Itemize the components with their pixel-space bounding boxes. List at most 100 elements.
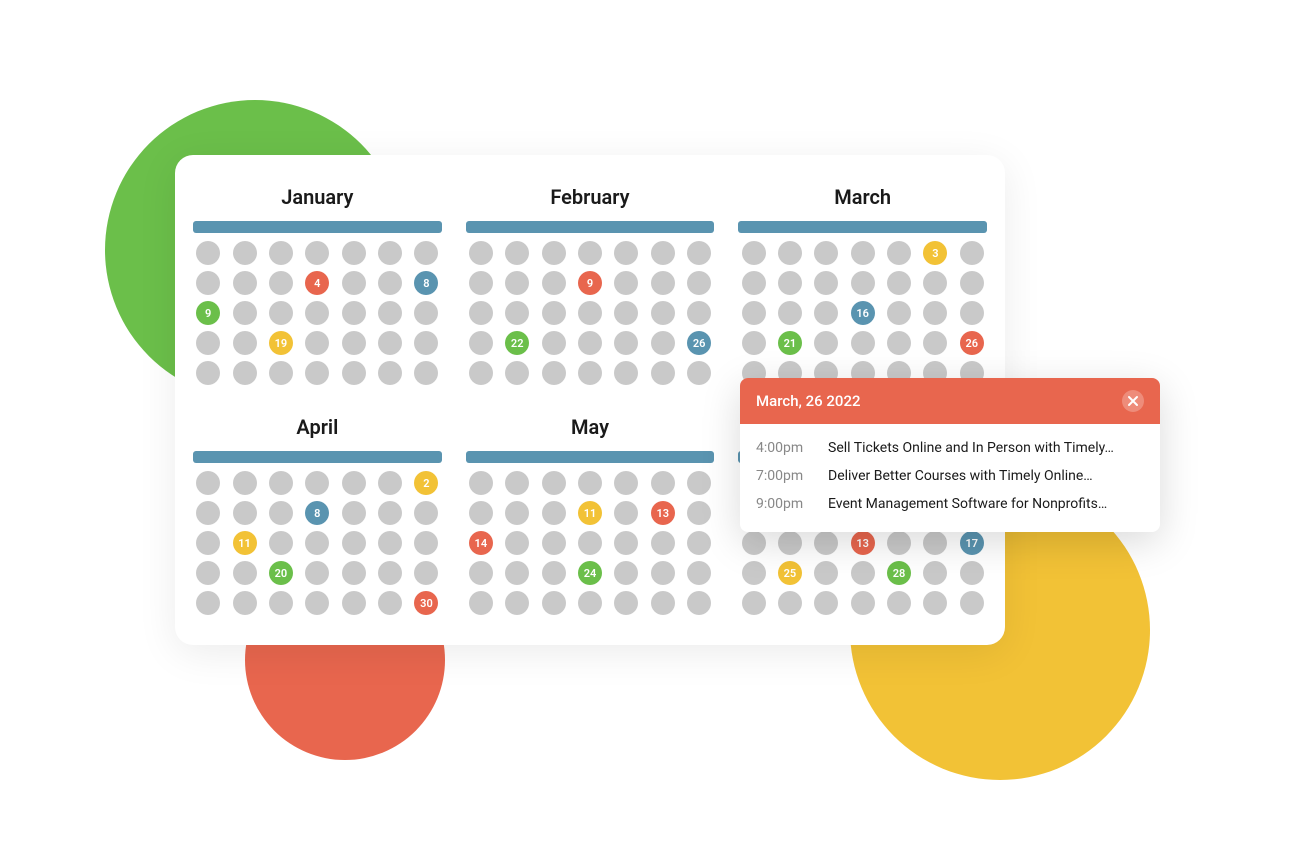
day-cell[interactable] [505,361,529,385]
day-cell[interactable] [651,471,675,495]
day-cell[interactable] [687,471,711,495]
day-cell[interactable] [233,361,257,385]
day-cell[interactable] [233,501,257,525]
day-cell[interactable] [233,301,257,325]
day-cell[interactable] [414,561,438,585]
day-cell[interactable] [578,591,602,615]
day-event[interactable]: 28 [887,561,911,585]
day-cell[interactable] [233,471,257,495]
day-cell[interactable] [578,241,602,265]
day-cell[interactable] [378,361,402,385]
day-cell[interactable] [469,471,493,495]
day-cell[interactable] [233,241,257,265]
day-event[interactable]: 14 [469,531,493,555]
day-cell[interactable] [651,241,675,265]
day-cell[interactable] [923,331,947,355]
day-event[interactable]: 8 [305,501,329,525]
day-cell[interactable] [196,241,220,265]
day-cell[interactable] [305,301,329,325]
day-cell[interactable] [742,331,766,355]
day-cell[interactable] [269,271,293,295]
day-cell[interactable] [269,591,293,615]
day-cell[interactable] [542,241,566,265]
day-event[interactable]: 25 [778,561,802,585]
day-cell[interactable] [778,241,802,265]
day-cell[interactable] [542,561,566,585]
day-cell[interactable] [687,591,711,615]
day-event[interactable]: 13 [651,501,675,525]
day-cell[interactable] [651,361,675,385]
day-cell[interactable] [614,331,638,355]
day-cell[interactable] [196,531,220,555]
day-cell[interactable] [923,271,947,295]
day-cell[interactable] [887,591,911,615]
day-cell[interactable] [778,301,802,325]
day-cell[interactable] [378,331,402,355]
day-cell[interactable] [469,301,493,325]
day-cell[interactable] [814,531,838,555]
event-row[interactable]: 7:00pmDeliver Better Courses with Timely… [756,462,1144,490]
day-cell[interactable] [851,331,875,355]
day-cell[interactable] [923,301,947,325]
day-cell[interactable] [196,591,220,615]
day-cell[interactable] [651,271,675,295]
day-cell[interactable] [342,591,366,615]
day-cell[interactable] [196,501,220,525]
day-cell[interactable] [851,591,875,615]
day-event[interactable]: 19 [269,331,293,355]
day-cell[interactable] [233,561,257,585]
day-cell[interactable] [960,561,984,585]
day-cell[interactable] [742,591,766,615]
day-cell[interactable] [505,301,529,325]
day-cell[interactable] [269,471,293,495]
day-cell[interactable] [305,591,329,615]
day-cell[interactable] [196,561,220,585]
day-cell[interactable] [742,531,766,555]
day-event[interactable]: 2 [414,471,438,495]
day-cell[interactable] [342,301,366,325]
day-cell[interactable] [578,301,602,325]
day-cell[interactable] [687,561,711,585]
day-cell[interactable] [233,331,257,355]
event-row[interactable]: 9:00pmEvent Management Software for Nonp… [756,490,1144,518]
day-cell[interactable] [614,361,638,385]
day-cell[interactable] [542,331,566,355]
day-cell[interactable] [469,361,493,385]
day-cell[interactable] [887,271,911,295]
day-cell[interactable] [414,301,438,325]
day-cell[interactable] [505,501,529,525]
day-cell[interactable] [542,591,566,615]
day-cell[interactable] [651,591,675,615]
day-cell[interactable] [505,241,529,265]
day-cell[interactable] [687,241,711,265]
day-cell[interactable] [469,241,493,265]
day-cell[interactable] [269,241,293,265]
day-cell[interactable] [305,561,329,585]
day-cell[interactable] [542,501,566,525]
day-cell[interactable] [269,501,293,525]
day-cell[interactable] [342,561,366,585]
day-cell[interactable] [196,271,220,295]
day-cell[interactable] [378,471,402,495]
day-cell[interactable] [651,331,675,355]
day-event[interactable]: 26 [687,331,711,355]
day-cell[interactable] [651,531,675,555]
day-cell[interactable] [378,531,402,555]
day-cell[interactable] [305,331,329,355]
close-icon[interactable] [1122,390,1144,412]
day-event[interactable]: 22 [505,331,529,355]
day-event[interactable]: 30 [414,591,438,615]
day-cell[interactable] [542,531,566,555]
day-cell[interactable] [742,271,766,295]
day-cell[interactable] [578,531,602,555]
day-cell[interactable] [233,591,257,615]
day-cell[interactable] [342,271,366,295]
day-event[interactable]: 9 [578,271,602,295]
day-cell[interactable] [687,501,711,525]
day-event[interactable]: 8 [414,271,438,295]
day-cell[interactable] [814,561,838,585]
day-cell[interactable] [269,361,293,385]
day-cell[interactable] [651,301,675,325]
day-cell[interactable] [923,561,947,585]
day-cell[interactable] [542,271,566,295]
